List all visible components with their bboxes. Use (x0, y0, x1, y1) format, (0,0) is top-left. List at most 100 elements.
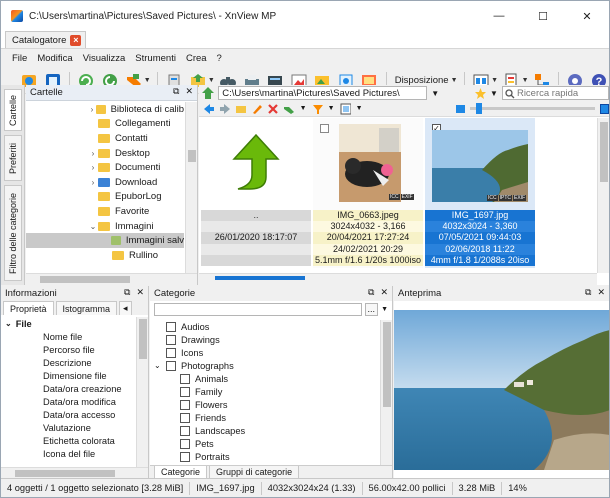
property-row[interactable]: Nome file (1, 330, 135, 343)
category-item[interactable]: Pets (150, 437, 379, 450)
browser-horizontal-scrollbar[interactable] (199, 273, 597, 285)
tab-proprieta[interactable]: Proprietà (3, 301, 54, 315)
category-item[interactable]: Drawings (150, 333, 379, 346)
tag-dropdown-caret[interactable]: ▼ (144, 77, 151, 84)
path-input[interactable]: C:\Users\martina\Pictures\Saved Pictures… (218, 86, 428, 100)
category-checkbox[interactable] (180, 425, 190, 436)
menu-modifica[interactable]: Modifica (32, 53, 77, 64)
property-group[interactable]: ⌄ File (1, 317, 135, 330)
folder-item[interactable]: › Desktop (26, 146, 184, 161)
filter-caret[interactable]: ▼ (328, 105, 335, 112)
expand-arrow-icon[interactable]: › (88, 178, 98, 187)
category-checkbox[interactable] (180, 438, 190, 449)
folder-item[interactable]: Collegamenti (26, 117, 184, 132)
scrollbar-thumb[interactable] (139, 319, 147, 359)
category-item[interactable]: Landscapes (150, 424, 379, 437)
category-item[interactable]: Flowers (150, 398, 379, 411)
category-checkbox[interactable] (166, 334, 176, 345)
categories-more-button[interactable]: ... (364, 302, 379, 316)
close-button[interactable]: ✕ (565, 1, 609, 31)
thumbnail-view-icon[interactable] (340, 103, 351, 115)
expand-arrow-icon[interactable]: › (88, 163, 98, 172)
scrollbar-thumb[interactable] (188, 150, 196, 162)
folder-up-icon[interactable] (201, 86, 214, 100)
folder-item[interactable]: › Biblioteca di calib (26, 102, 184, 117)
tab-istogramma[interactable]: Istogramma (55, 301, 118, 315)
scrollbar-thumb[interactable] (600, 122, 608, 182)
category-item[interactable]: Audios (150, 320, 379, 333)
menu-strumenti[interactable]: Strumenti (130, 53, 181, 64)
property-row[interactable]: Data/ora creazione (1, 382, 135, 395)
maximize-button[interactable]: ☐ (521, 1, 565, 31)
categories-filter-input[interactable] (154, 302, 362, 316)
property-row[interactable]: Percorso file (1, 343, 135, 356)
folder-item[interactable]: Rullino (26, 248, 184, 263)
slider-handle[interactable] (475, 103, 482, 114)
more-caret[interactable]: ▼ (381, 306, 388, 313)
forward-arrow-icon[interactable] (219, 103, 231, 115)
property-row[interactable]: Icona del file (1, 447, 135, 460)
folders-horizontal-scrollbar[interactable] (26, 273, 197, 285)
category-checkbox[interactable] (180, 373, 190, 384)
side-tab-filtro[interactable]: Filtro delle categorie (4, 185, 22, 281)
category-checkbox[interactable] (166, 360, 176, 371)
thumbnail-size-slider[interactable] (469, 103, 595, 114)
thumbnail-parent-folder[interactable]: .. 26/01/2020 18:17:07 (201, 118, 311, 268)
close-panel-icon[interactable]: ✕ (380, 287, 388, 298)
property-row[interactable]: Dimensione file (1, 369, 135, 382)
side-tab-cartelle[interactable]: Cartelle (4, 89, 22, 131)
property-row[interactable]: Valutazione (1, 421, 135, 434)
collapse-arrow-icon[interactable]: ⌄ (88, 222, 98, 231)
close-panel-icon[interactable]: ✕ (597, 287, 605, 298)
folder-item[interactable]: › Download (26, 175, 184, 190)
undock-icon[interactable]: ⧉ (368, 287, 374, 298)
close-panel-icon[interactable]: ✕ (185, 86, 193, 97)
category-item[interactable]: Family (150, 385, 379, 398)
side-tab-preferiti[interactable]: Preferiti (4, 135, 22, 181)
folder-item[interactable]: Contatti (26, 131, 184, 146)
rename-icon[interactable] (251, 103, 263, 115)
favorite-caret[interactable]: ▼ (490, 89, 498, 98)
new-folder-icon[interactable] (235, 103, 247, 115)
quick-search-input[interactable]: Ricerca rapida (501, 86, 609, 100)
property-row[interactable]: Data/ora accesso (1, 408, 135, 421)
property-row[interactable]: Etichetta colorata (1, 434, 135, 447)
folder-item[interactable]: Favorite (26, 204, 184, 219)
category-checkbox[interactable] (180, 399, 190, 410)
scrollbar-thumb[interactable] (40, 276, 130, 283)
info-vertical-scrollbar[interactable] (136, 317, 148, 467)
star-icon[interactable] (474, 87, 486, 100)
thumbnail-img-1697[interactable]: ✓ ICC IPTC EXIF IMG_1697.jpg 4032x3024 -… (425, 118, 535, 268)
folder-item[interactable]: › Documenti (26, 160, 184, 175)
category-item[interactable]: ⌄ Photographs (150, 359, 379, 372)
close-panel-icon[interactable]: ✕ (136, 287, 144, 298)
undock-icon[interactable]: ⧉ (124, 287, 130, 298)
minimize-button[interactable]: — (477, 1, 521, 31)
delete-icon[interactable] (267, 103, 279, 115)
menu-visualizza[interactable]: Visualizza (78, 53, 131, 64)
folders-vertical-scrollbar[interactable] (185, 102, 197, 273)
thumbnail-view-caret[interactable]: ▼ (356, 105, 363, 112)
tag-small-caret[interactable]: ▼ (300, 105, 307, 112)
category-item[interactable]: Animals (150, 372, 379, 385)
undock-icon[interactable]: ⧉ (585, 287, 591, 298)
folder-item[interactable]: ⌄ Immagini (26, 219, 184, 234)
filter-icon[interactable] (312, 103, 323, 115)
property-row[interactable]: Descrizione (1, 356, 135, 369)
back-arrow-icon[interactable] (203, 103, 214, 115)
tab-catalogatore[interactable]: Catalogatore × (5, 31, 87, 48)
view-mode-caret[interactable]: ▼ (491, 77, 498, 84)
collapse-arrow-icon[interactable]: ⌄ (154, 361, 166, 370)
menu-crea[interactable]: Crea (181, 53, 212, 64)
folder-item[interactable]: EpuborLog (26, 190, 184, 205)
tag-small-icon[interactable] (283, 103, 295, 115)
category-item[interactable]: Portraits (150, 450, 379, 463)
tabs-scroll-button[interactable]: ◂ (119, 301, 132, 315)
path-dropdown-caret[interactable]: ▼ (431, 89, 439, 98)
thumbnail-img-0663[interactable]: ICC EXIF IMG_0663.jpeg 3024x4032 - 3,166… (313, 118, 423, 268)
menu-help[interactable]: ? (212, 53, 227, 64)
expand-arrow-icon[interactable]: › (88, 149, 98, 158)
category-checkbox[interactable] (166, 321, 176, 332)
category-checkbox[interactable] (180, 412, 190, 423)
category-checkbox[interactable] (166, 347, 176, 358)
